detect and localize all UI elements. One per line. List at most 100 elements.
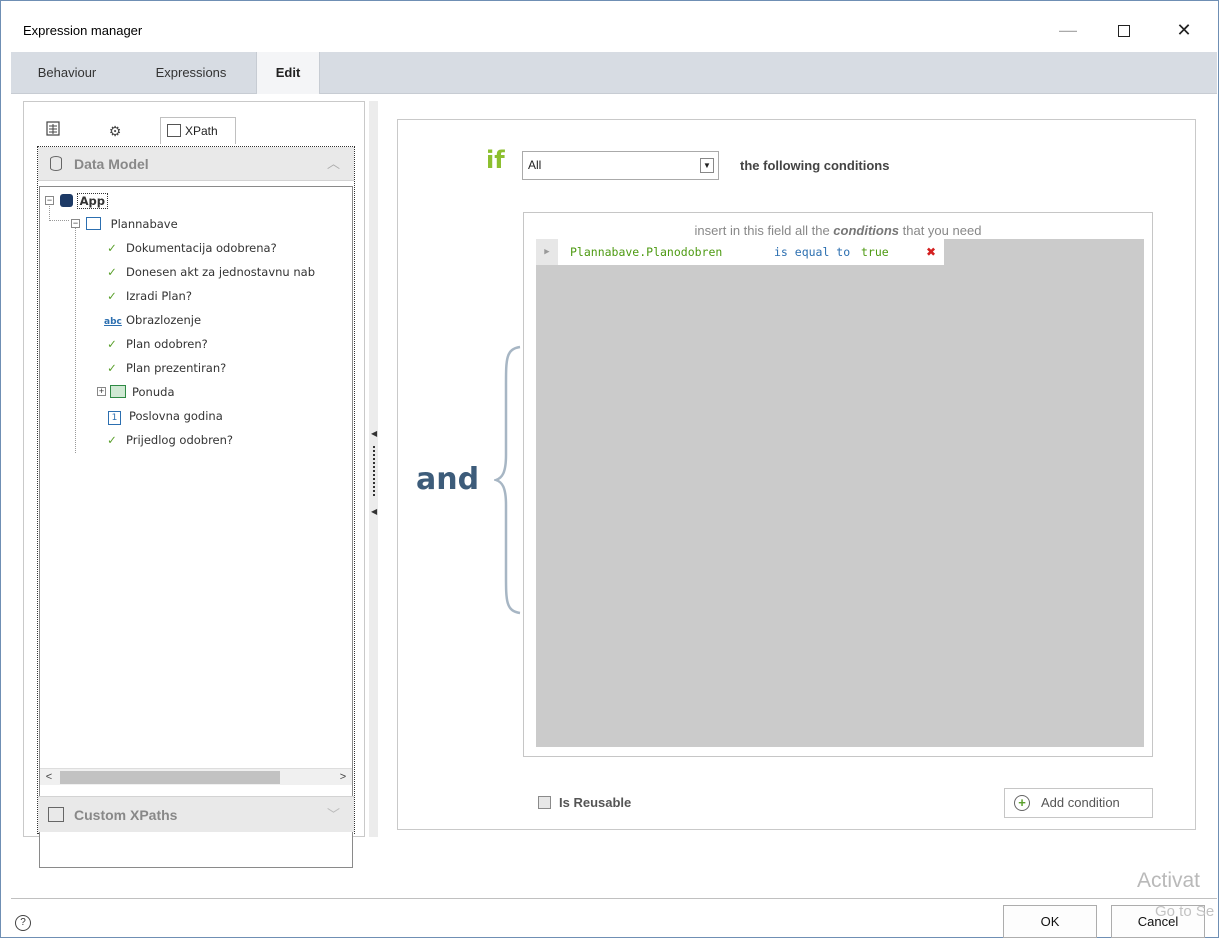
maximize-button[interactable] (1101, 13, 1147, 47)
tree-item[interactable]: ✓ Dokumentacija odobrena? (104, 237, 277, 259)
drag-handle-icon[interactable]: ▶ (536, 239, 558, 265)
data-model-panel: ⚙ XPath Data Model ︿ − App − Plannabave (23, 101, 365, 868)
scroll-left-button[interactable]: < (40, 769, 58, 786)
check-icon: ✓ (107, 265, 117, 279)
dropdown-arrow-icon[interactable]: ▼ (700, 158, 714, 173)
data-model-header[interactable]: Data Model ︿ (38, 147, 354, 181)
hint-prefix: insert in this field all the (694, 223, 830, 238)
collapse-app-toggle[interactable]: − (45, 196, 54, 205)
title-bar: Expression manager — ✕ (1, 1, 1218, 51)
is-reusable-label: Is Reusable (559, 795, 632, 810)
tree-item[interactable]: ✓ Izradi Plan? (104, 285, 192, 307)
tree-item-label: Izradi Plan? (126, 289, 192, 303)
data-model-tree: − App − Plannabave ✓ Dokumentacija odobre… (39, 186, 353, 868)
minimize-button[interactable]: — (1045, 13, 1091, 47)
activation-watermark: Activat (1137, 869, 1201, 892)
abc-icon: abc (104, 317, 122, 327)
tab-behaviour[interactable]: Behaviour (27, 52, 107, 94)
tab-edit[interactable]: Edit (256, 52, 320, 94)
check-icon: ✓ (107, 337, 117, 351)
tree-item[interactable]: ✓ Prijedlog odobren? (104, 429, 233, 451)
tab-expressions[interactable]: Expressions (141, 52, 241, 94)
check-icon: ✓ (107, 289, 117, 303)
chevron-up-icon[interactable]: ︿ (327, 147, 340, 181)
entity-label: Plannabave (110, 217, 178, 231)
chevron-down-icon[interactable]: ﹀ (327, 797, 340, 833)
table-icon[interactable] (42, 120, 64, 142)
delete-condition-icon[interactable]: ✖ (926, 239, 936, 265)
entity-icon (86, 217, 101, 230)
tree-item-label: Plan odobren? (126, 337, 208, 351)
tree-item-label: Dokumentacija odobrena? (126, 241, 277, 255)
tree-item-label: Prijedlog odobren? (126, 433, 234, 447)
tree-item[interactable]: Ponuda (110, 381, 175, 403)
panel-splitter[interactable]: ◀ ◀ (369, 101, 378, 837)
match-type-select[interactable]: All ▼ (522, 151, 719, 180)
condition-value[interactable]: true (861, 239, 889, 265)
scroll-right-button[interactable]: > (334, 769, 352, 786)
tab-xpath[interactable]: XPath (160, 117, 236, 144)
check-icon: ✓ (107, 241, 117, 255)
conditions-hint: insert in this field all the conditions … (524, 223, 1152, 238)
tree-node-app[interactable]: App (60, 190, 109, 212)
window-title: Expression manager (23, 23, 143, 38)
app-label: App (76, 193, 109, 209)
gear-icon[interactable]: ⚙ (104, 120, 126, 142)
scroll-thumb[interactable] (60, 771, 280, 784)
hint-emphasis: conditions (833, 223, 900, 238)
xpath-tab-label: XPath (185, 124, 218, 138)
tree-item-label: Poslovna godina (129, 409, 223, 423)
tree-item[interactable]: ✓ Donesen akt za jednostavnu nab (104, 261, 315, 283)
collapse-left-icon[interactable]: ◀ (371, 507, 377, 516)
custom-xpaths-title: Custom XPaths (74, 807, 178, 823)
check-icon: ✓ (107, 361, 117, 375)
close-button[interactable]: ✕ (1161, 13, 1207, 47)
add-condition-button[interactable]: + Add condition (1004, 788, 1153, 818)
tree-item[interactable]: ✓ Plan odobren? (104, 333, 208, 355)
activation-watermark-subtext: Go to Se (1155, 903, 1215, 920)
conditions-frame: insert in this field all the conditions … (523, 212, 1153, 757)
maximize-icon (1118, 25, 1130, 38)
tree-item[interactable]: abc Obrazlozenje (104, 309, 201, 331)
tree-item[interactable]: ✓ Plan prezentiran? (104, 357, 226, 379)
tree-connector (49, 220, 69, 221)
tree-item-label: Obrazlozenje (126, 313, 202, 327)
tree-item-label: Ponuda (132, 385, 175, 399)
tree-item-label: Plan prezentiran? (126, 361, 227, 375)
match-type-value: All (528, 158, 542, 172)
expand-ponuda-toggle[interactable]: + (97, 387, 106, 396)
condition-row[interactable]: ▶ Plannabave.Planodobren is equal to tru… (536, 239, 944, 265)
if-label: if (486, 146, 505, 174)
add-condition-label: Add condition (1041, 795, 1120, 810)
custom-xpath-icon (48, 807, 64, 822)
check-icon: ✓ (107, 433, 117, 447)
ok-button[interactable]: OK (1003, 905, 1097, 938)
custom-xpaths-header[interactable]: Custom XPaths ﹀ (38, 796, 354, 832)
expression-manager-window: Expression manager — ✕ Behaviour Express… (0, 0, 1219, 938)
collapse-entity-toggle[interactable]: − (71, 219, 80, 228)
add-icon: + (1014, 795, 1030, 811)
splitter-grip (373, 446, 375, 496)
hint-suffix: that you need (902, 223, 982, 238)
horizontal-scrollbar[interactable]: < > (40, 768, 352, 785)
condition-operator[interactable]: is equal to (774, 239, 850, 265)
conditions-drop-area[interactable]: ▶ Plannabave.Planodobren is equal to tru… (536, 239, 1144, 747)
and-label: and (416, 462, 480, 497)
following-conditions-label: the following conditions (740, 158, 890, 173)
xpath-icon (167, 124, 181, 137)
tree-node-entity[interactable]: Plannabave (86, 213, 178, 235)
app-icon (60, 194, 73, 207)
database-icon (50, 156, 62, 171)
grid-icon (110, 385, 126, 398)
tree-item[interactable]: 1 Poslovna godina (108, 405, 223, 427)
checkbox-box[interactable] (538, 796, 551, 809)
is-reusable-checkbox[interactable]: Is Reusable (538, 795, 631, 810)
curly-brace-icon (494, 345, 521, 615)
collapse-left-icon[interactable]: ◀ (371, 429, 377, 438)
data-model-title: Data Model (74, 156, 149, 172)
help-icon[interactable]: ? (15, 915, 31, 931)
tree-connector (75, 225, 76, 453)
tab-bar: Behaviour Expressions Edit (11, 52, 1217, 94)
condition-field[interactable]: Plannabave.Planodobren (570, 239, 722, 265)
footer-divider (11, 898, 1217, 899)
